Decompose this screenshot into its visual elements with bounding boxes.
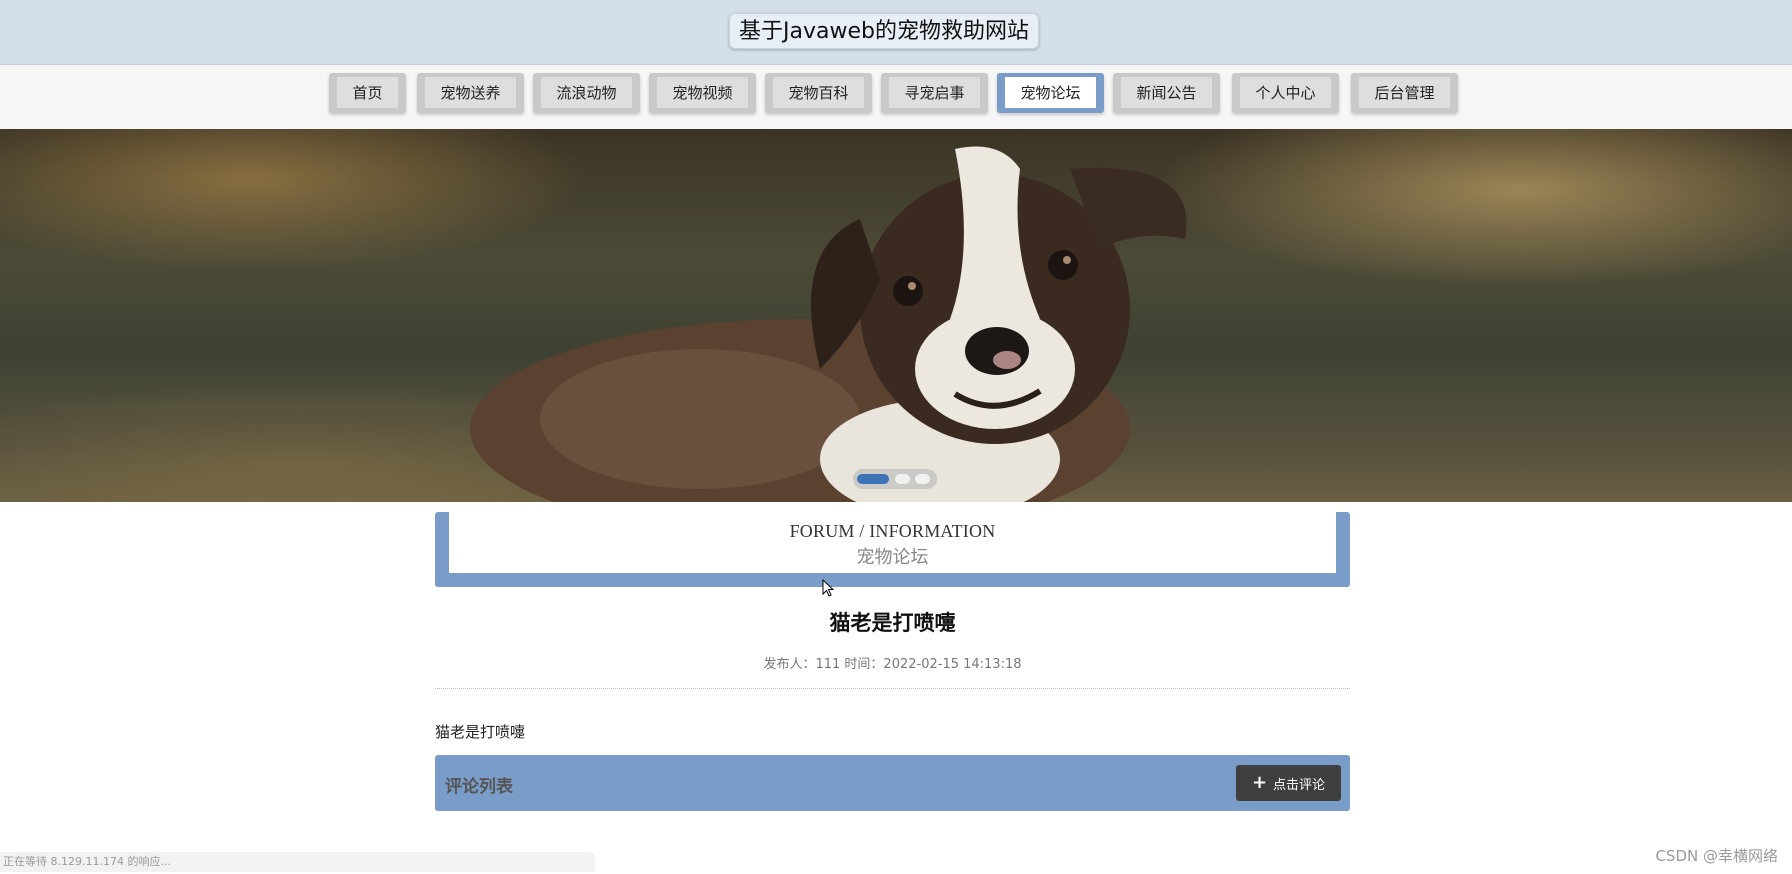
nav-item-label: 流浪动物 <box>541 77 632 108</box>
nav-item-label: 宠物百科 <box>773 77 864 108</box>
nav-item-label: 首页 <box>337 77 398 108</box>
carousel-indicators <box>853 469 937 489</box>
nav-item-lost-pets[interactable]: 寻宠启事 <box>881 73 988 113</box>
section-title-en: FORUM / INFORMATION <box>789 521 996 541</box>
nav-item-stray-animals[interactable]: 流浪动物 <box>533 73 640 113</box>
watermark: CSDN @幸横网络 <box>1655 847 1778 865</box>
article-body: 猫老是打喷嚏 <box>435 723 526 741</box>
nav-item-label: 宠物送养 <box>425 77 516 108</box>
mouse-cursor-icon <box>822 579 834 597</box>
add-comment-button[interactable]: + 点击评论 <box>1236 765 1341 801</box>
browser-status-bar: 正在等待 8.129.11.174 的响应... <box>0 852 595 872</box>
article-meta: 发布人：111 时间：2022-02-15 14:13:18 <box>763 657 1022 672</box>
nav-item-label: 寻宠启事 <box>889 77 980 108</box>
nav-item-adoption[interactable]: 宠物送养 <box>417 73 524 113</box>
site-header: 基于Javaweb的宠物救助网站 <box>0 0 1792 65</box>
nav-item-label: 宠物论坛 <box>1005 77 1096 108</box>
site-title: 基于Javaweb的宠物救助网站 <box>729 13 1039 49</box>
nav-item-pet-encyclopedia[interactable]: 宠物百科 <box>765 73 872 113</box>
main-nav: 首页 宠物送养 流浪动物 宠物视频 宠物百科 寻宠启事 宠物论坛 新闻公告 个人… <box>0 65 1792 129</box>
nav-item-forum[interactable]: 宠物论坛 <box>997 73 1104 113</box>
comments-bar: 评论列表 + 点击评论 <box>435 755 1350 811</box>
nav-item-personal-center[interactable]: 个人中心 <box>1232 73 1339 113</box>
nav-item-label: 宠物视频 <box>657 77 748 108</box>
nav-item-news[interactable]: 新闻公告 <box>1113 73 1220 113</box>
nav-item-label: 新闻公告 <box>1121 77 1212 108</box>
section-header-inner: FORUM / INFORMATION 宠物论坛 <box>449 512 1336 573</box>
article-title: 猫老是打喷嚏 <box>829 611 956 635</box>
section-title-cn: 宠物论坛 <box>856 547 929 567</box>
divider <box>435 688 1350 689</box>
nav-item-label: 后台管理 <box>1359 77 1450 108</box>
nav-item-label: 个人中心 <box>1240 77 1331 108</box>
nav-item-pet-videos[interactable]: 宠物视频 <box>649 73 756 113</box>
banner-carousel <box>0 129 1792 502</box>
carousel-dot-2[interactable] <box>895 474 910 484</box>
comments-title: 评论列表 <box>445 777 513 797</box>
section-header: FORUM / INFORMATION 宠物论坛 <box>435 512 1350 587</box>
carousel-dot-1[interactable] <box>857 474 889 484</box>
add-comment-label: 点击评论 <box>1273 777 1326 793</box>
plus-icon: + <box>1251 772 1268 793</box>
carousel-dot-3[interactable] <box>915 474 930 484</box>
puppy-photo <box>0 146 1792 502</box>
nav-item-home[interactable]: 首页 <box>329 73 406 113</box>
nav-item-admin[interactable]: 后台管理 <box>1351 73 1458 113</box>
